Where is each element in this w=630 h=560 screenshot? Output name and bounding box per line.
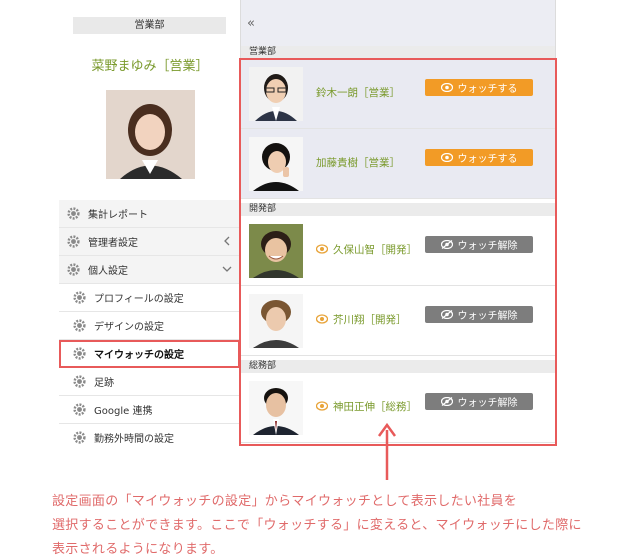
mywatch-panel: « 営業部 鈴木一朗［営業］ ウォッチする 加藤貴樹［営業］ ウォッチする 開発…: [240, 0, 556, 446]
menu-item-label: デザインの設定: [94, 322, 164, 333]
menu-item-label: Google 連携: [94, 406, 153, 417]
unwatch-button-label: ウォッチ解除: [457, 241, 518, 252]
menu-item-mywatch-settings[interactable]: マイウォッチの設定: [59, 340, 240, 368]
explanation-caption: 設定画面の「マイウォッチの設定」からマイウォッチとして表示したい社員を 選択する…: [52, 490, 622, 560]
person-name: 鈴木一朗［営業］: [316, 87, 400, 99]
gear-icon: [73, 431, 86, 444]
panel-header: «: [241, 0, 555, 46]
eye-icon: [316, 314, 328, 324]
gear-icon: [73, 319, 86, 332]
person-row: 神田正伸［総務］ ウォッチ解除: [241, 373, 555, 443]
gear-icon: [67, 207, 80, 220]
unwatch-button-label: ウォッチ解除: [457, 311, 518, 322]
gear-icon: [67, 263, 80, 276]
gear-icon: [73, 347, 86, 360]
group-header-sales: 営業部: [241, 46, 555, 59]
gear-icon: [73, 403, 86, 416]
caption-line: 設定画面の「マイウォッチの設定」からマイウォッチとして表示したい社員を: [52, 494, 518, 509]
menu-item-personal-settings[interactable]: 個人設定: [59, 256, 240, 284]
gear-icon: [73, 291, 86, 304]
person-row: 芥川翔［開発］ ウォッチ解除: [241, 286, 555, 356]
eye-slash-icon: [440, 397, 453, 406]
person-row: 久保山智［開発］ ウォッチ解除: [241, 216, 555, 286]
eye-slash-icon: [440, 240, 453, 249]
group-header-development: 開発部: [241, 203, 555, 216]
person-row: 加藤貴樹［営業］ ウォッチする: [241, 129, 555, 199]
unwatch-button[interactable]: ウォッチ解除: [425, 236, 533, 253]
person-portrait-icon: [249, 137, 303, 191]
person-name: 芥川翔［開発］: [333, 314, 407, 326]
eye-icon: [440, 153, 453, 162]
menu-item-off-hours[interactable]: 勤務外時間の設定: [59, 424, 240, 445]
person-portrait-icon: [249, 381, 303, 435]
avatar: [249, 224, 303, 278]
menu-item-footprints[interactable]: 足跡: [59, 368, 240, 396]
department-label: 営業部: [73, 17, 226, 34]
menu-item-design-settings[interactable]: デザインの設定: [59, 312, 240, 340]
avatar: [249, 67, 303, 121]
menu-item-label: 足跡: [94, 378, 114, 389]
unwatch-button-label: ウォッチ解除: [457, 398, 518, 409]
gear-icon: [67, 235, 80, 248]
avatar: [249, 137, 303, 191]
user-photo: [106, 90, 195, 179]
eye-icon: [440, 83, 453, 92]
unwatch-button[interactable]: ウォッチ解除: [425, 306, 533, 323]
chevron-down-icon: [222, 266, 232, 272]
gear-icon: [73, 375, 86, 388]
person-row: 鈴木一朗［営業］ ウォッチする: [241, 59, 555, 129]
watch-button-label: ウォッチする: [457, 154, 518, 165]
menu-item-admin-settings[interactable]: 管理者設定: [59, 228, 240, 256]
eye-icon: [316, 401, 328, 411]
menu-item-google-integration[interactable]: Google 連携: [59, 396, 240, 424]
menu-item-label: 勤務外時間の設定: [94, 434, 174, 445]
eye-icon: [316, 244, 328, 254]
avatar: [249, 381, 303, 435]
menu-item-label: 管理者設定: [88, 238, 138, 249]
caption-line: 選択することができます。ここで「ウォッチする」に変えると、マイウォッチにした際に: [52, 518, 582, 533]
person-name: 加藤貴樹［営業］: [316, 157, 400, 169]
menu-item-label: 集計レポート: [88, 210, 148, 221]
group-header-general-affairs: 総務部: [241, 360, 555, 373]
chevron-left-icon: [224, 236, 230, 246]
menu-item-label: 個人設定: [88, 266, 128, 277]
menu-item-profile-settings[interactable]: プロフィールの設定: [59, 284, 240, 312]
caption-line: 表示されるようになります。: [52, 542, 224, 557]
unwatch-button[interactable]: ウォッチ解除: [425, 393, 533, 410]
settings-menu: 集計レポート 管理者設定 個人設定 プロフィールの設定 デザインの設定 マイウォ…: [59, 200, 240, 445]
watch-button-label: ウォッチする: [457, 84, 518, 95]
menu-item-report[interactable]: 集計レポート: [59, 200, 240, 228]
watch-button[interactable]: ウォッチする: [425, 79, 533, 96]
person-name: 神田正伸［総務］: [333, 401, 417, 413]
user-portrait-icon: [106, 90, 195, 179]
watch-button[interactable]: ウォッチする: [425, 149, 533, 166]
person-portrait-icon: [249, 294, 303, 348]
menu-item-label: マイウォッチの設定: [94, 350, 184, 361]
eye-slash-icon: [440, 310, 453, 319]
person-portrait-icon: [249, 67, 303, 121]
avatar: [249, 294, 303, 348]
collapse-icon[interactable]: «: [247, 16, 255, 31]
up-arrow-icon: [377, 422, 397, 480]
person-name: 久保山智［開発］: [333, 244, 417, 256]
current-user-name: 菜野まゆみ［営業］: [91, 59, 209, 74]
person-portrait-icon: [249, 224, 303, 278]
menu-item-label: プロフィールの設定: [94, 294, 184, 305]
